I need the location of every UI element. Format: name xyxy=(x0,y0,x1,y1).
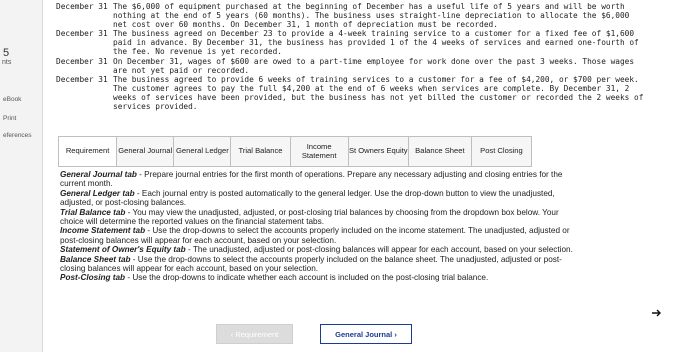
instruction-item: Trial Balance tab - You may view the una… xyxy=(60,207,559,227)
problem-text: December 31 The $6,000 of equipment purc… xyxy=(56,2,646,111)
entry-text: On December 31, wages of $600 are owed t… xyxy=(113,56,635,75)
tab-general-ledger[interactable]: General Ledger xyxy=(174,137,232,166)
nav-bar: ‹ Requirement General Journal › xyxy=(58,318,638,348)
tab-trial-balance[interactable]: Trial Balance xyxy=(231,137,291,166)
score-value: 5 xyxy=(3,47,10,59)
references-link[interactable]: eferences xyxy=(3,132,32,139)
instruction-item: Statement of Owner's Equity tab - The un… xyxy=(60,245,573,255)
tab-post-closing[interactable]: Post Closing xyxy=(471,137,531,166)
ebook-link[interactable]: eBook xyxy=(3,96,21,103)
entry-date: December 31 xyxy=(56,2,108,11)
tab-general-journal[interactable]: General Journal xyxy=(117,137,175,166)
entry-date: December 31 xyxy=(56,56,108,66)
problem-entry: December 31 The $6,000 of equipment purc… xyxy=(56,2,646,29)
instructions: General Journal tab - Prepare journal en… xyxy=(60,170,580,283)
instruction-item: General Journal tab - Prepare journal en… xyxy=(60,170,563,189)
entry-text: The business agreed on December 23 to pr… xyxy=(113,29,639,57)
next-general-journal-button[interactable]: General Journal › xyxy=(320,324,412,344)
entry-text: The business agreed to provide 6 weeks o… xyxy=(113,74,644,112)
problem-entry: December 31 The business agreed on Decem… xyxy=(56,29,646,56)
problem-entry: December 31 The business agreed to provi… xyxy=(56,75,646,111)
entry-text: The $6,000 of equipment purchased at the… xyxy=(113,2,630,30)
mouse-cursor-icon xyxy=(652,309,661,317)
tab-balance-sheet[interactable]: Balance Sheet xyxy=(408,137,472,166)
tab-income-statement[interactable]: Income Statement xyxy=(290,137,349,166)
entry-date: December 31 xyxy=(56,29,108,39)
sidebar: 5 nts eBook Print eferences xyxy=(0,0,43,352)
print-link[interactable]: Print xyxy=(3,115,16,122)
worksheet-tabs: Requirement General Journal General Ledg… xyxy=(58,136,532,167)
instruction-item: General Ledger tab - Each journal entry … xyxy=(60,188,555,208)
instruction-item: Balance Sheet tab - Use the drop-downs t… xyxy=(60,254,562,274)
problem-entry: December 31 On December 31, wages of $60… xyxy=(56,57,646,75)
tab-requirement[interactable]: Requirement xyxy=(59,137,118,166)
prev-requirement-button[interactable]: ‹ Requirement xyxy=(216,324,293,344)
tab-owners-equity[interactable]: St Owners Equity xyxy=(348,137,409,166)
instruction-item: Post-Closing tab - Use the drop-downs to… xyxy=(60,273,489,283)
entry-date: December 31 xyxy=(56,74,108,84)
score-unit: nts xyxy=(2,59,12,66)
instruction-item: Income Statement tab - Use the drop-down… xyxy=(60,226,570,245)
